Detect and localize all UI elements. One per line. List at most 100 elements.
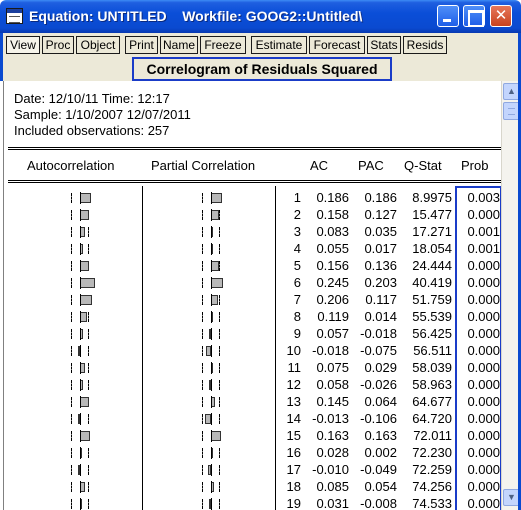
confidence-bound-right [219,346,220,356]
zero-axis [80,294,81,306]
zero-axis [80,396,81,408]
title-bar[interactable]: Equation: UNTITLED Workfile: GOOG2::Unti… [0,0,521,33]
table-row: 16 0.028 0.002 72.230 0.000 [4,444,502,461]
pac-bar [211,193,222,203]
zero-axis [80,209,81,221]
output-view: Date: 12/10/11 Time: 12:17 Sample: 1/10/… [3,81,504,510]
confidence-bound-left [71,448,72,458]
zero-axis [80,243,81,255]
confidence-bound-right [88,482,89,492]
maximize-button[interactable] [463,5,485,27]
correlogram-title: Correlogram of Residuals Squared [132,57,392,81]
divider-top-double [8,149,504,150]
confidence-bound-right [219,295,220,305]
zero-axis [211,328,212,340]
qstat-cell: 58.963 [412,377,452,392]
object-button[interactable]: Object [76,36,120,54]
zero-axis [80,311,81,323]
zero-axis [211,396,212,408]
estimate-button[interactable]: Estimate [251,36,307,54]
zero-axis [80,362,81,374]
pac-cell: 0.017 [364,241,397,256]
freeze-button[interactable]: Freeze [200,36,246,54]
confidence-bound-right [219,244,220,254]
confidence-bound-left [202,465,203,475]
ac-cell: 0.058 [316,377,349,392]
pac-cell: 0.117 [365,292,397,307]
ac-cell: 0.085 [316,479,349,494]
pac-cell: -0.049 [360,462,397,477]
chart-separator-right [275,186,276,510]
zero-axis [211,464,212,476]
divider-header [8,180,504,181]
ac-bar [80,193,91,203]
confidence-bound-right [219,448,220,458]
equation-window-icon[interactable] [6,8,23,24]
ac-bar [80,431,90,441]
pac-cell: -0.106 [360,411,397,426]
table-row: 8 0.119 0.014 55.539 0.000 [4,308,502,325]
ac-cell: 0.075 [316,360,349,375]
zero-axis [211,447,212,459]
pac-bar [211,431,221,441]
lag-cell: 17 [286,462,301,477]
lag-cell: 15 [286,428,301,443]
minimize-button[interactable] [437,5,459,27]
confidence-bound-left [202,431,203,441]
confidence-bound-left [202,295,203,305]
zero-axis [80,413,81,425]
confidence-bound-left [71,227,72,237]
ac-bar [80,312,87,322]
confidence-bound-left [71,346,72,356]
view-button[interactable]: View [6,36,40,54]
chart-separator-left [142,186,143,510]
name-button[interactable]: Name [160,36,198,54]
confidence-bound-right [88,363,89,373]
qstat-cell: 74.256 [412,479,452,494]
confidence-bound-left [71,210,72,220]
zero-axis [211,209,212,221]
correlation-bars [4,240,284,257]
table-row: 10 -0.018 -0.075 56.511 0.000 [4,342,502,359]
confidence-bound-left [71,414,72,424]
pac-cell: 0.014 [364,309,397,324]
ac-cell: 0.028 [316,445,349,460]
close-button[interactable]: ✕ [490,5,512,27]
print-button[interactable]: Print [125,36,158,54]
prob-header: Prob [461,158,489,173]
ac-cell: 0.057 [316,326,349,341]
correlation-bars [4,444,284,461]
confidence-bound-left [202,312,203,322]
ac-cell: 0.245 [316,275,349,290]
zero-axis [211,192,212,204]
forecast-button[interactable]: Forecast [309,36,365,54]
lag-cell: 1 [293,190,301,205]
confidence-bound-left [202,329,203,339]
date-line: Date: 12/10/11 Time: 12:17 [14,91,170,106]
confidence-bound-right [88,499,89,509]
table-row: 12 0.058 -0.026 58.963 0.000 [4,376,502,393]
table-row: 15 0.163 0.163 72.011 0.000 [4,427,502,444]
lag-cell: 18 [286,479,301,494]
zero-axis [80,498,81,510]
stats-button[interactable]: Stats [367,36,401,54]
pac-cell: 0.029 [364,360,397,375]
confidence-bound-left [71,261,72,271]
pac-bar [211,278,223,288]
proc-button[interactable]: Proc [42,36,74,54]
confidence-bound-left [71,465,72,475]
zero-axis [211,243,212,255]
table-row: 11 0.075 0.029 58.039 0.000 [4,359,502,376]
zero-axis [211,481,212,493]
pac-cell: 0.035 [364,224,397,239]
zero-axis [211,362,212,374]
table-row: 14 -0.013 -0.106 64.720 0.000 [4,410,502,427]
correlation-bars [4,189,284,206]
confidence-bound-right [219,465,220,475]
correlation-bars [4,359,284,376]
ac-cell: 0.031 [316,496,349,510]
lag-cell: 19 [286,496,301,510]
resids-button[interactable]: Resids [403,36,447,54]
correlation-bars [4,325,284,342]
ac-cell: 0.145 [316,394,349,409]
